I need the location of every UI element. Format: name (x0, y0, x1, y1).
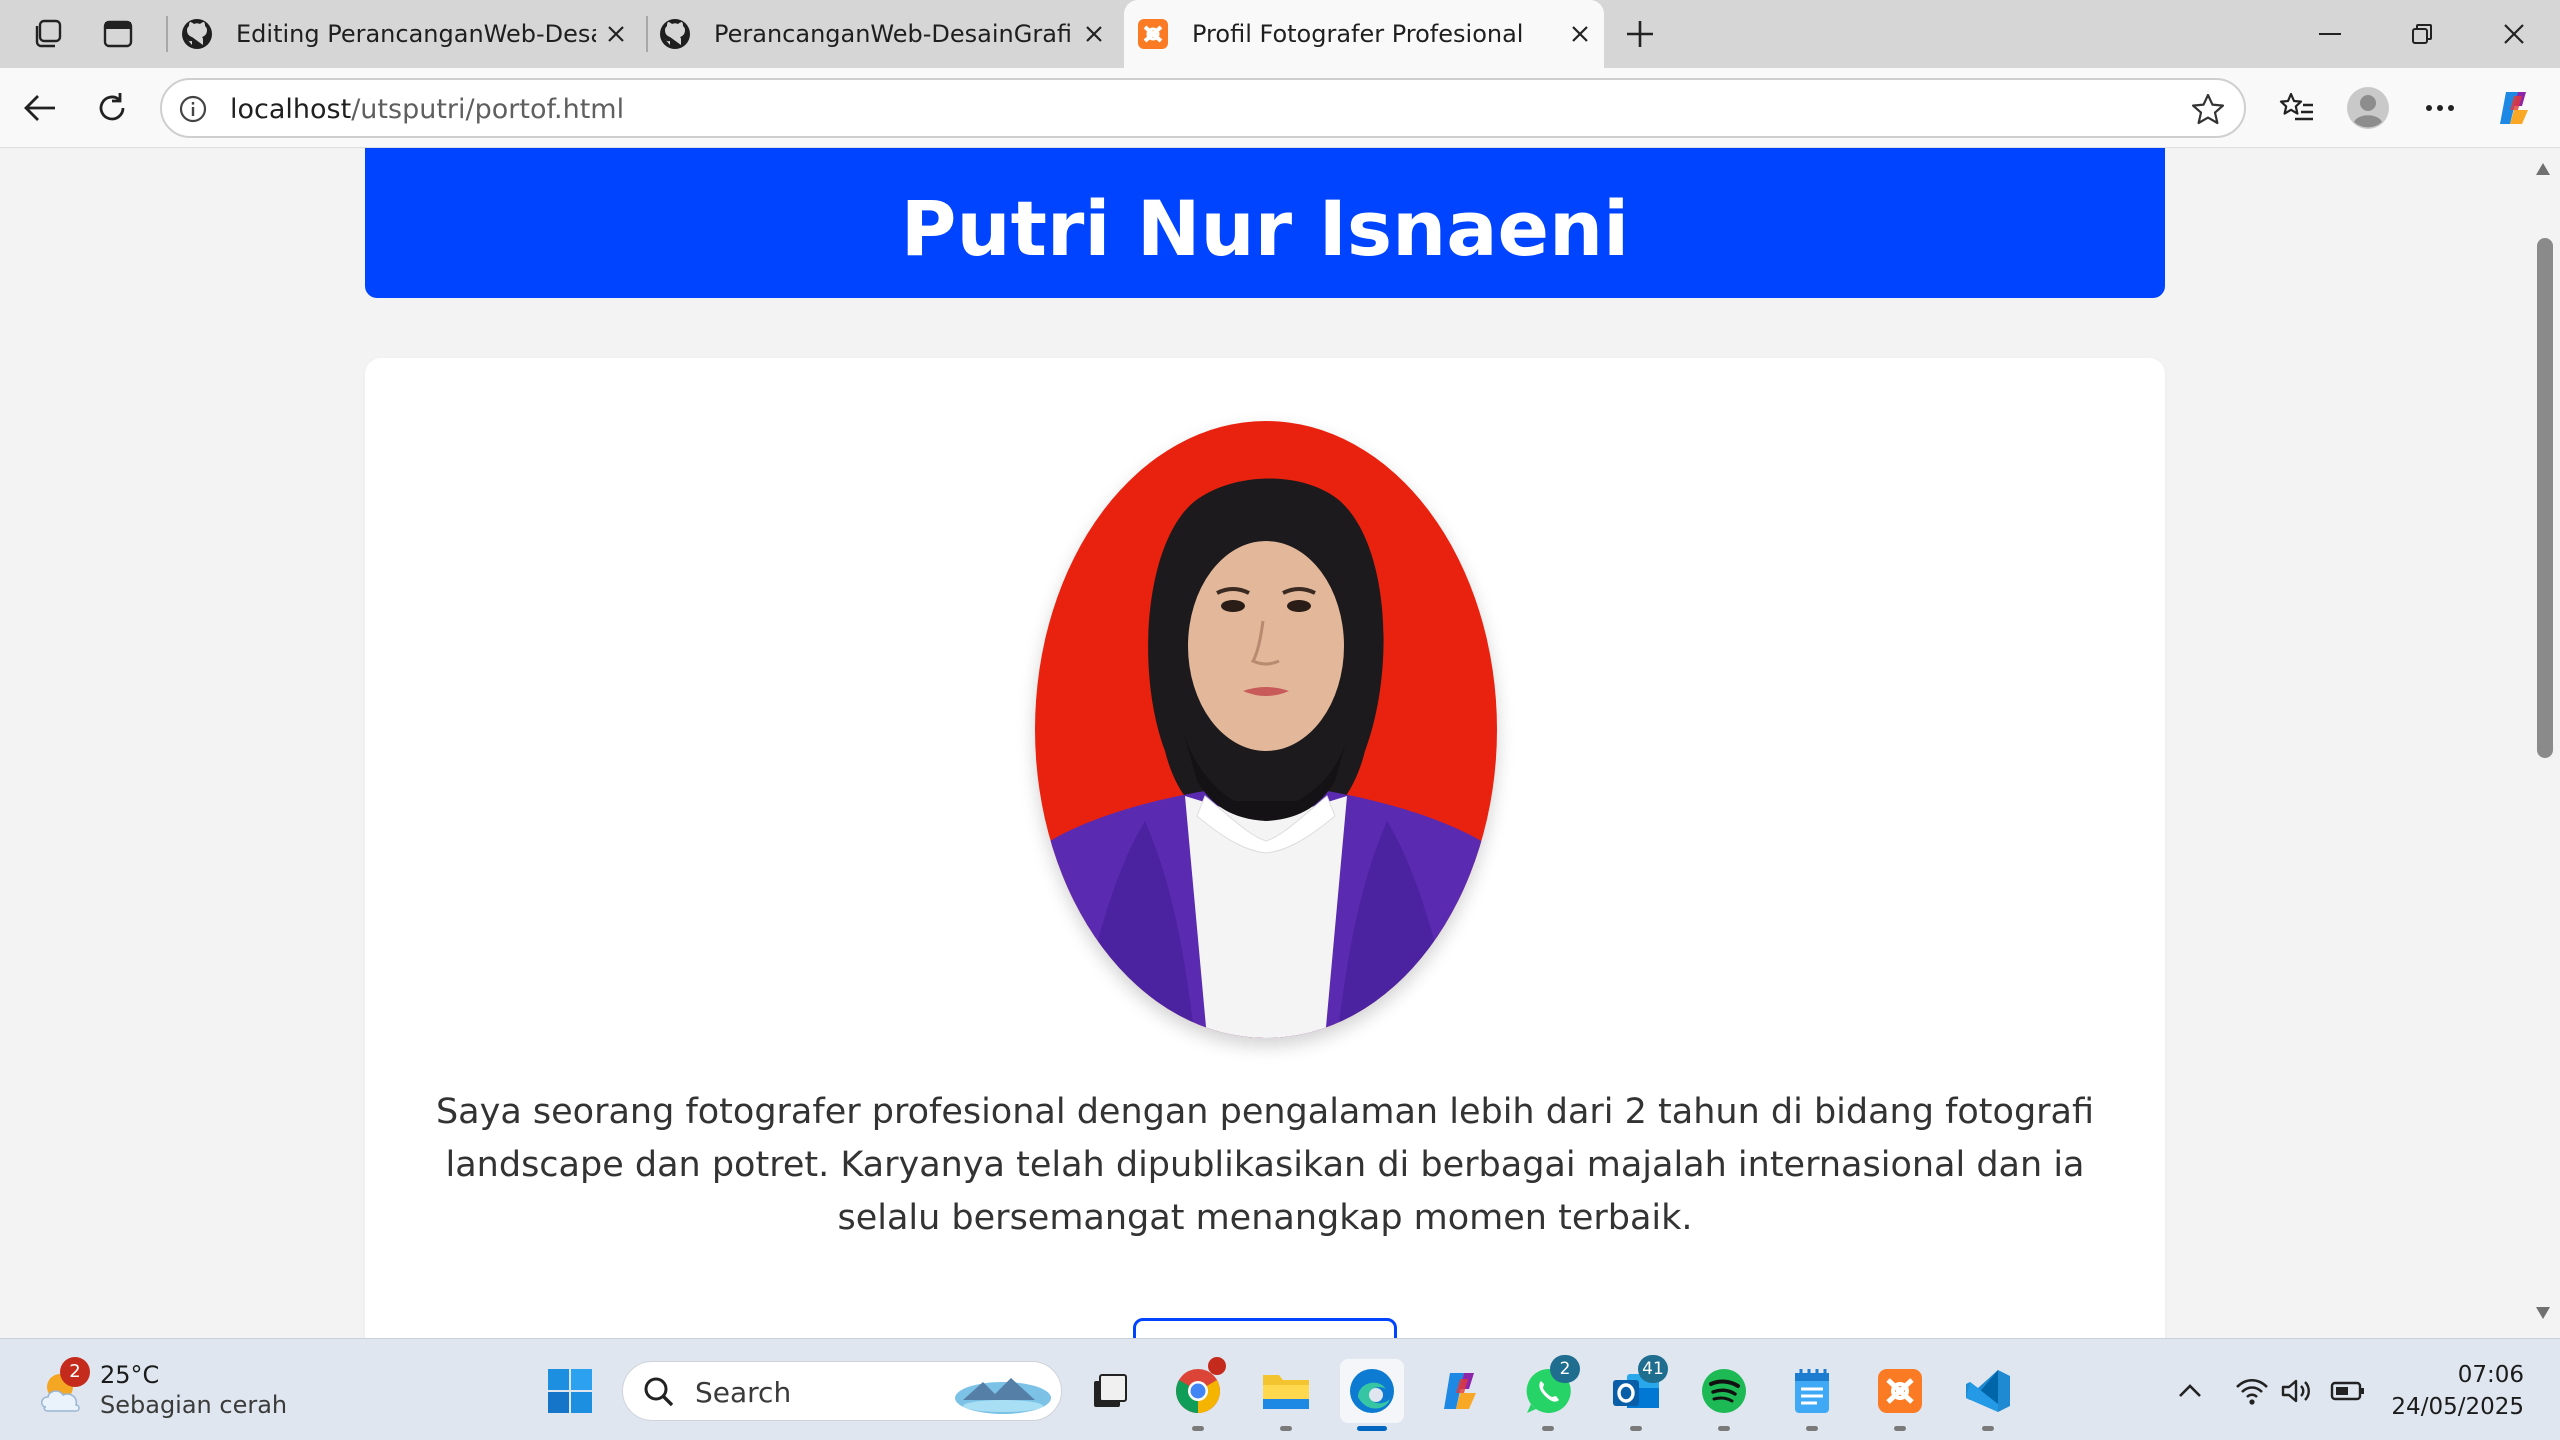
site-info-icon[interactable] (178, 94, 208, 124)
tab-profile-active[interactable]: Profil Fotografer Profesional (1124, 0, 1604, 68)
clock-time: 07:06 (2457, 1362, 2524, 1388)
vscode-icon[interactable] (1956, 1359, 2020, 1431)
chrome-notification-dot (1208, 1357, 1226, 1375)
tab-title: PerancanganWeb-DesainGrafis-Br (714, 20, 1070, 48)
clock-date: 24/05/2025 (2391, 1394, 2524, 1420)
system-clock[interactable]: 07:06 24/05/2025 (2384, 1359, 2524, 1423)
back-arrow-icon[interactable] (16, 84, 64, 132)
close-window-icon[interactable] (2482, 10, 2546, 58)
favorites-list-icon[interactable] (2272, 84, 2320, 132)
chrome-icon[interactable] (1166, 1357, 1230, 1431)
edge-icon[interactable] (1340, 1359, 1404, 1431)
cta-button[interactable] (1133, 1318, 1397, 1338)
search-highlight-image (953, 1368, 1053, 1416)
browser-tab-strip: Editing PerancanganWeb-DesainGrafis Pera… (0, 0, 2560, 68)
spotify-icon[interactable] (1692, 1359, 1756, 1431)
taskbar-search[interactable]: Search (622, 1361, 1062, 1421)
whatsapp-icon[interactable]: 2 (1516, 1355, 1580, 1431)
file-explorer-icon[interactable] (1254, 1359, 1318, 1431)
tab-editing-repo[interactable]: Editing PerancanganWeb-DesainGrafis (180, 0, 640, 68)
page-header: Putri Nur Isnaeni (365, 148, 2165, 298)
page-scrollbar[interactable] (2526, 148, 2560, 1338)
outlook-badge: 41 (1638, 1355, 1668, 1383)
copilot-icon[interactable] (2490, 84, 2538, 132)
profile-card: Saya seorang fotografer profesional deng… (365, 358, 2165, 1338)
github-icon (180, 17, 214, 51)
outlook-icon[interactable]: 41 (1604, 1355, 1668, 1431)
weather-badge: 2 (60, 1357, 90, 1387)
tab-repo[interactable]: PerancanganWeb-DesainGrafis-Br (658, 0, 1118, 68)
tab-title: Editing PerancanganWeb-DesainGrafis (236, 20, 596, 48)
tab-separator (646, 16, 648, 52)
browser-toolbar: localhost/utsputri/portof.html (0, 68, 2560, 148)
scroll-up-icon[interactable] (2535, 162, 2551, 176)
page-viewport: Putri Nur Isnaeni Saya seorang fotografe… (8, 148, 2526, 1338)
favorite-star-icon[interactable] (2190, 92, 2226, 128)
profile-photo (1035, 421, 1497, 1038)
url-host: localhost (230, 94, 352, 125)
weather-widget[interactable]: 2 25°C Sebagian cerah (36, 1357, 336, 1423)
search-icon (643, 1376, 675, 1408)
scroll-down-icon[interactable] (2535, 1306, 2551, 1320)
running-indicator (1192, 1426, 1204, 1431)
vertical-tabs-icon[interactable] (98, 14, 138, 54)
url-path: /utsputri/portof.html (351, 94, 625, 125)
volume-icon[interactable] (2278, 1373, 2314, 1409)
show-hidden-icons-chevron-icon[interactable] (2172, 1373, 2208, 1409)
whatsapp-badge: 2 (1550, 1355, 1580, 1383)
weather-condition: Sebagian cerah (100, 1391, 288, 1419)
refresh-icon[interactable] (88, 84, 136, 132)
wifi-icon[interactable] (2234, 1373, 2270, 1409)
running-indicator (1982, 1426, 1994, 1431)
bio-paragraph: Saya seorang fotografer profesional deng… (435, 1092, 2095, 1238)
tab-title: Profil Fotografer Profesional (1192, 20, 1524, 48)
url-text: localhost/utsputri/portof.html (230, 94, 624, 125)
battery-icon[interactable] (2330, 1373, 2366, 1409)
xampp-taskbar-icon[interactable] (1868, 1359, 1932, 1431)
tab-close-icon[interactable] (602, 20, 630, 48)
address-bar[interactable]: localhost/utsputri/portof.html (160, 78, 2246, 138)
running-indicator (1718, 1426, 1730, 1431)
running-indicator (1542, 1426, 1554, 1431)
task-view-icon[interactable] (1078, 1359, 1142, 1423)
active-indicator (1357, 1426, 1387, 1431)
copilot-taskbar-icon[interactable] (1428, 1359, 1492, 1423)
profile-avatar-icon[interactable] (2344, 84, 2392, 132)
search-label: Search (695, 1376, 792, 1409)
xampp-icon (1136, 17, 1170, 51)
running-indicator (1280, 1426, 1292, 1431)
running-indicator (1806, 1426, 1818, 1431)
scrollbar-thumb[interactable] (2537, 238, 2553, 758)
minimize-icon[interactable] (2298, 10, 2362, 58)
new-tab-icon[interactable] (1620, 14, 1660, 54)
tab-close-icon[interactable] (1080, 20, 1108, 48)
github-icon (658, 17, 692, 51)
workspaces-icon[interactable] (28, 14, 68, 54)
weather-temp: 25°C (100, 1361, 160, 1389)
notepad-icon[interactable] (1780, 1359, 1844, 1431)
page-title: Putri Nur Isnaeni (900, 183, 1630, 273)
running-indicator (1630, 1426, 1642, 1431)
windows-taskbar: 2 25°C Sebagian cerah Search 2 41 07:06 … (0, 1338, 2560, 1440)
more-options-icon[interactable] (2416, 84, 2464, 132)
tab-separator (166, 16, 168, 52)
restore-icon[interactable] (2390, 10, 2454, 58)
windows-start-icon[interactable] (538, 1359, 602, 1423)
tab-close-icon[interactable] (1566, 20, 1594, 48)
running-indicator (1894, 1426, 1906, 1431)
